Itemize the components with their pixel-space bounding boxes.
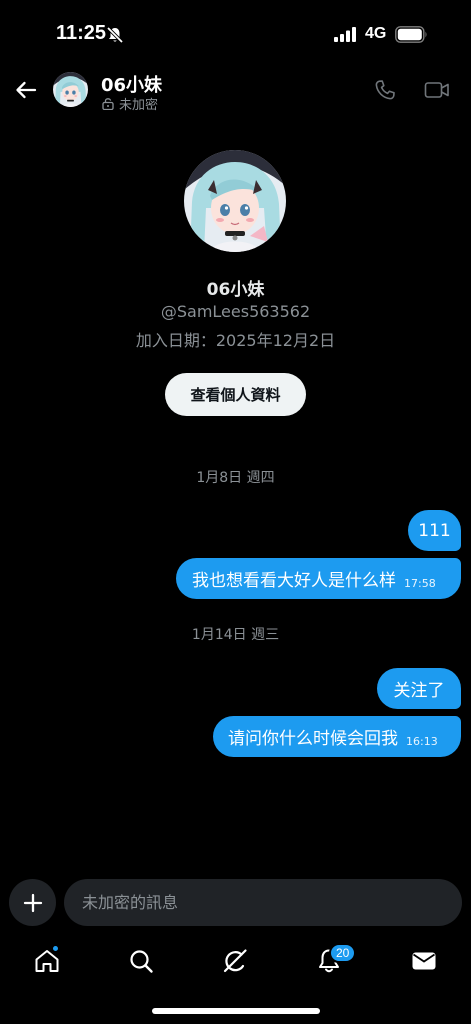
message-bubble[interactable]: 关注了 xyxy=(377,668,461,709)
date-separator: 1月14日 週三 xyxy=(191,627,280,643)
profile-avatar-image xyxy=(184,150,286,252)
status-time: 11:25 xyxy=(56,22,107,44)
message-bubble[interactable]: 请问你什么时候会回我 16:13 xyxy=(213,716,461,757)
search-icon[interactable] xyxy=(127,947,155,975)
unlocked-icon xyxy=(102,98,114,110)
profile-handle: @SamLees563562 xyxy=(160,302,311,321)
signal-icon xyxy=(334,27,356,42)
phone-icon[interactable] xyxy=(373,78,397,102)
conversation-header: 06小妹 未加密 xyxy=(0,64,471,120)
bottom-nav: 20 xyxy=(0,940,471,986)
video-call-icon[interactable] xyxy=(424,78,450,102)
battery-icon xyxy=(395,26,427,43)
encryption-status: 未加密 xyxy=(102,94,158,113)
plus-icon xyxy=(23,893,42,912)
message-time: 16:13 xyxy=(406,734,438,748)
message-bubble[interactable]: 111 xyxy=(408,510,461,551)
message-text: 请问你什么时候会回我 xyxy=(228,729,398,749)
home-indicator xyxy=(152,1008,320,1014)
message-input[interactable] xyxy=(64,879,462,926)
status-bar: 11:25 4G xyxy=(0,0,471,64)
home-unread-dot xyxy=(52,945,59,952)
network-type: 4G xyxy=(365,25,387,42)
back-arrow-icon[interactable] xyxy=(12,76,40,104)
message-text: 关注了 xyxy=(393,681,445,701)
message-text: 111 xyxy=(418,520,451,541)
message-time: 17:58 xyxy=(404,576,436,590)
profile-joined-date: 加入日期：2025年12月2日 xyxy=(135,331,336,350)
view-profile-button[interactable]: 查看個人資料 xyxy=(165,373,306,416)
grok-icon[interactable] xyxy=(221,947,249,975)
message-text: 我也想看看大好人是什么样 xyxy=(192,571,396,591)
encryption-label: 未加密 xyxy=(119,98,159,113)
bell-muted-icon xyxy=(106,26,124,44)
avatar[interactable] xyxy=(53,72,88,107)
avatar-image xyxy=(53,72,88,107)
profile-avatar[interactable] xyxy=(184,150,286,252)
add-attachment-button[interactable] xyxy=(9,879,56,926)
messages-icon[interactable] xyxy=(410,947,438,975)
date-separator: 1月8日 週四 xyxy=(196,470,275,486)
notification-badge: 20 xyxy=(329,943,357,963)
profile-name: 06小妹 xyxy=(206,280,265,300)
message-bubble[interactable]: 我也想看看大好人是什么样 17:58 xyxy=(176,558,461,599)
